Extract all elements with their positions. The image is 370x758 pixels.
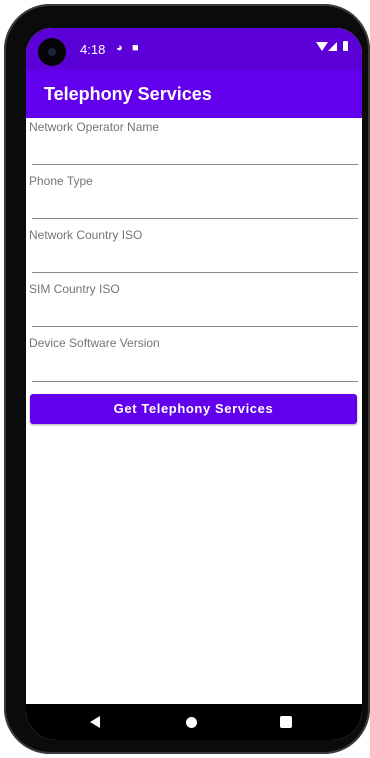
phone-type-field[interactable]: Phone Type: [26, 172, 362, 226]
camera-icon: [38, 38, 66, 66]
wifi-icon: [316, 42, 328, 51]
app-title: Telephony Services: [44, 84, 212, 104]
notification-icon: ◕: [116, 42, 123, 54]
recents-icon[interactable]: [280, 716, 292, 728]
get-telephony-services-button[interactable]: Get Telephony Services: [30, 394, 357, 424]
screen: 4:18 ◕ ■ Telephony Services Network Oper…: [26, 28, 362, 740]
input-underline: [32, 272, 358, 273]
network-operator-label: Network Operator Name: [29, 120, 160, 134]
home-icon[interactable]: [186, 717, 197, 728]
status-time: 4:18: [80, 42, 106, 57]
back-icon[interactable]: [90, 716, 100, 728]
device-software-version-label: Device Software Version: [29, 336, 160, 350]
network-country-iso-field[interactable]: Network Country ISO: [26, 226, 362, 280]
network-operator-field[interactable]: Network Operator Name: [26, 118, 362, 172]
sim-country-iso-label: SIM Country ISO: [29, 282, 120, 296]
sim-card-icon: ■: [132, 42, 139, 54]
device-software-version-field[interactable]: Device Software Version: [26, 334, 362, 388]
status-bar: 4:18 ◕ ■: [26, 28, 362, 70]
navigation-bar: [26, 704, 362, 740]
input-underline: [32, 381, 358, 382]
signal-icon: [328, 42, 337, 51]
app-bar: Telephony Services: [26, 70, 362, 118]
network-country-iso-label: Network Country ISO: [29, 228, 143, 242]
phone-frame: 4:18 ◕ ■ Telephony Services Network Oper…: [4, 4, 370, 754]
input-underline: [32, 326, 358, 327]
input-underline: [32, 218, 358, 219]
input-underline: [32, 164, 358, 165]
sim-country-iso-field[interactable]: SIM Country ISO: [26, 280, 362, 334]
battery-icon: [343, 41, 348, 51]
phone-type-label: Phone Type: [29, 174, 93, 188]
